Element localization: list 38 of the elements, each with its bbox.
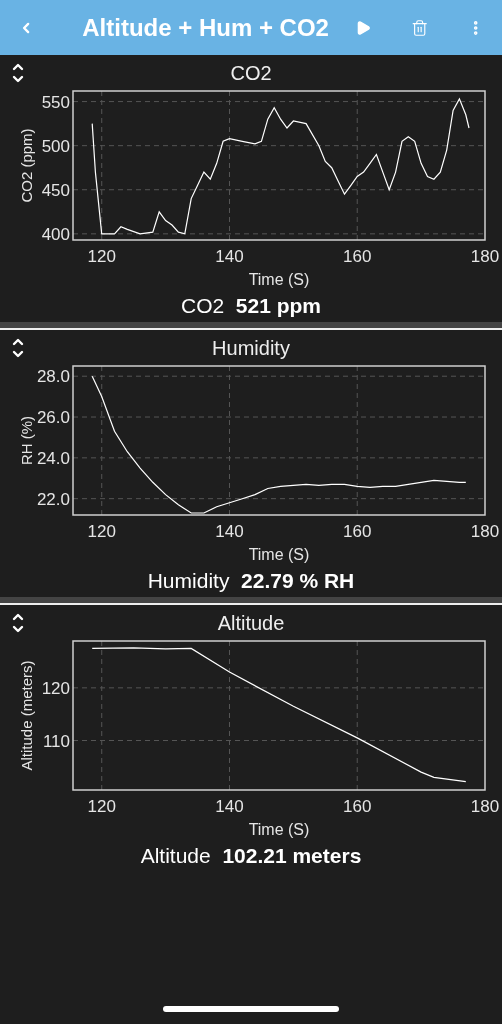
x-tick-label: 160 [343, 797, 372, 816]
y-tick-label: 110 [42, 731, 70, 751]
current-reading: CO2 521 ppm [180, 293, 322, 319]
x-tick-label: 180 [470, 247, 500, 266]
reorder-icon[interactable] [12, 336, 24, 360]
y-tick-label: 120 [41, 678, 70, 698]
x-tick-label: 160 [343, 522, 372, 541]
y-tick-label: 22.0 [36, 489, 70, 509]
y-tick-label: 28.0 [36, 367, 70, 387]
x-axis-title: Time (S) [248, 546, 310, 563]
chart-title: Humidity [212, 336, 290, 360]
y-tick-label: 550 [41, 92, 70, 112]
x-tick-label: 160 [343, 247, 372, 266]
chart-title: Altitude [217, 611, 285, 635]
y-axis-title: RH (%) [18, 415, 35, 466]
x-axis-title: Time (S) [248, 271, 310, 288]
x-tick-label: 180 [470, 797, 500, 816]
x-tick-label: 120 [87, 247, 116, 266]
x-tick-label: 140 [215, 522, 244, 541]
y-axis-title: Altitude (meters) [18, 660, 35, 771]
reorder-icon[interactable] [12, 61, 24, 85]
current-reading: Humidity 22.79 % RH [147, 568, 355, 594]
y-tick-label: 24.0 [36, 448, 70, 468]
y-tick-label: 500 [41, 136, 70, 156]
x-tick-label: 180 [470, 522, 500, 541]
y-tick-label: 400 [41, 224, 70, 244]
y-tick-label: 26.0 [36, 408, 70, 428]
y-axis-title: CO2 (ppm) [18, 128, 35, 203]
y-tick-label: 450 [41, 180, 70, 200]
x-tick-label: 120 [87, 797, 116, 816]
screen-title: Altitude + Hum + CO2 [82, 12, 329, 43]
chart-title: CO2 [230, 61, 272, 85]
reorder-icon[interactable] [12, 611, 24, 635]
x-tick-label: 140 [215, 247, 244, 266]
x-tick-label: 120 [87, 522, 116, 541]
x-axis-title: Time (S) [248, 821, 310, 838]
x-tick-label: 140 [215, 797, 244, 816]
current-reading: Altitude 102.21 meters [140, 843, 362, 869]
